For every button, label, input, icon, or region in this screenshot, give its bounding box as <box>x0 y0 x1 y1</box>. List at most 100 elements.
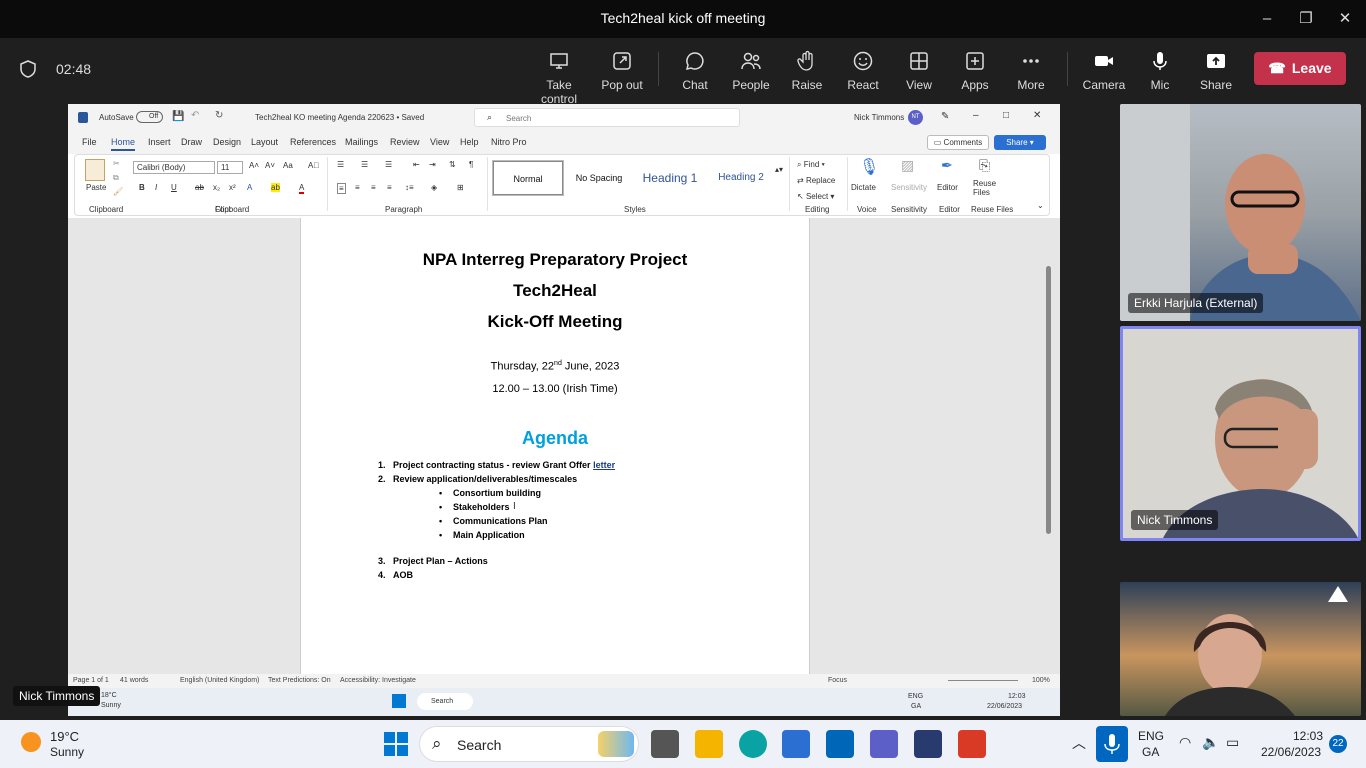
lang-secondary[interactable]: GA <box>1142 745 1159 759</box>
align-right-icon[interactable]: ≡ <box>371 183 376 192</box>
copy-icon[interactable]: ⧉ <box>113 173 119 183</box>
participant-tile-active[interactable]: Nick Timmons <box>1120 326 1361 541</box>
status-predictions[interactable]: Text Predictions: On <box>268 677 331 684</box>
scrollbar-thumb[interactable] <box>1046 266 1051 534</box>
font-name-select[interactable]: Calibri (Body) <box>133 161 215 174</box>
pen-icon[interactable]: ✎ <box>941 111 949 122</box>
taskbar-mic-icon[interactable] <box>1096 726 1128 762</box>
sort-icon[interactable]: ⇅ <box>449 160 456 169</box>
comments-button[interactable]: ▭ Comments <box>927 135 989 150</box>
status-page[interactable]: Page 1 of 1 <box>73 677 109 684</box>
dictate-label[interactable]: Dictate <box>851 183 876 192</box>
tab-nitro-pro[interactable]: Nitro Pro <box>491 137 527 147</box>
take-control-button[interactable]: Take control <box>527 50 591 106</box>
task-view-icon[interactable] <box>651 730 679 758</box>
maximize-icon[interactable]: ❐ <box>1295 8 1317 30</box>
chevron-up-icon[interactable]: ︿ <box>1072 733 1086 753</box>
change-case-icon[interactable]: Aa <box>283 161 293 170</box>
edge-icon[interactable] <box>739 730 767 758</box>
tab-review[interactable]: Review <box>390 137 420 147</box>
line-spacing-icon[interactable]: ↕≡ <box>405 183 414 192</box>
teams-icon[interactable] <box>870 730 898 758</box>
find-button[interactable]: ⌕ Find ▾ <box>797 160 825 170</box>
outlook-icon[interactable] <box>826 730 854 758</box>
paste-label[interactable]: Paste <box>86 183 106 192</box>
highlight-icon[interactable]: ab <box>271 183 280 192</box>
bold-icon[interactable]: B <box>139 183 145 192</box>
status-focus[interactable]: Focus <box>828 677 847 684</box>
underline-icon[interactable]: U <box>171 183 177 192</box>
vertical-scrollbar[interactable] <box>1044 218 1054 674</box>
word-minimize-icon[interactable]: – <box>973 110 979 121</box>
align-center-icon[interactable]: ≡ <box>355 183 360 192</box>
taskbar-search-box[interactable]: ⌕ Search <box>419 726 639 762</box>
tab-view[interactable]: View <box>430 137 449 147</box>
status-accessibility[interactable]: Accessibility: Investigate <box>340 677 416 684</box>
reuse-files-icon[interactable]: ⎘ <box>979 157 990 174</box>
font-size-select[interactable]: 11 <box>217 161 243 174</box>
replace-button[interactable]: ⇄ Replace <box>797 176 835 185</box>
zoom-slider[interactable] <box>948 680 1018 681</box>
tab-home[interactable]: Home <box>111 137 136 151</box>
cut-icon[interactable]: ✂ <box>113 159 120 168</box>
grow-font-icon[interactable]: A˄ <box>249 161 259 170</box>
subscript-icon[interactable]: x₂ <box>213 183 220 192</box>
webex-icon[interactable] <box>914 730 942 758</box>
document-page[interactable]: NPA Interreg Preparatory Project Tech2He… <box>300 218 810 674</box>
shrink-font-icon[interactable]: A˅ <box>265 161 275 170</box>
notification-badge[interactable]: 22 <box>1329 735 1347 753</box>
save-icon[interactable]: 💾 <box>172 111 184 122</box>
sensitivity-icon[interactable]: ▨ <box>901 157 914 174</box>
mic-button[interactable]: Mic <box>1128 50 1192 92</box>
tab-file[interactable]: File <box>82 137 97 147</box>
editor-icon[interactable]: ✒ <box>941 157 953 174</box>
pop-out-button[interactable]: Pop out <box>590 50 654 92</box>
style-heading-2[interactable]: Heading 2 <box>707 161 775 195</box>
reuse-files-label[interactable]: Reuse Files <box>973 179 997 197</box>
weather-condition[interactable]: Sunny <box>50 745 84 759</box>
justify-icon[interactable]: ≡ <box>387 183 392 192</box>
italic-icon[interactable]: I <box>155 183 157 192</box>
pilcrow-icon[interactable]: ¶ <box>469 160 473 169</box>
status-language[interactable]: English (United Kingdom) <box>180 677 259 684</box>
battery-icon[interactable]: ▭ <box>1226 734 1239 751</box>
style-normal[interactable]: Normal <box>493 161 563 195</box>
store-icon[interactable] <box>782 730 810 758</box>
close-icon[interactable]: ✕ <box>1334 8 1356 30</box>
undo-icon[interactable]: ↶ <box>191 110 199 121</box>
borders-icon[interactable]: ⊞ <box>457 183 464 192</box>
select-button[interactable]: ↖ Select ▾ <box>797 192 834 201</box>
clock-date[interactable]: 22/06/2023 <box>1261 745 1321 759</box>
document-name[interactable]: Tech2heal KO meeting Agenda 220623 • Sav… <box>255 113 424 122</box>
tab-insert[interactable]: Insert <box>148 137 171 147</box>
chat-button[interactable]: Chat <box>663 50 727 92</box>
increase-indent-icon[interactable]: ⇥ <box>429 160 436 169</box>
avatar[interactable]: NT <box>908 110 923 125</box>
participant-tile[interactable] <box>1120 582 1361 716</box>
camera-button[interactable]: Camera <box>1072 50 1136 92</box>
collapse-ribbon-icon[interactable]: ⌄ <box>1037 201 1044 210</box>
style-no-spacing[interactable]: No Spacing <box>565 161 633 195</box>
strikethrough-icon[interactable]: ab <box>195 183 204 192</box>
tab-mailings[interactable]: Mailings <box>345 137 378 147</box>
format-painter-icon[interactable]: 🖌 <box>113 187 123 196</box>
word-search-box[interactable]: ⌕ Search <box>474 108 740 127</box>
styles-scroll-icon[interactable]: ▴▾ <box>775 165 783 174</box>
more-button[interactable]: More <box>999 50 1063 92</box>
raise-hand-button[interactable]: Raise <box>775 50 839 92</box>
style-heading-1[interactable]: Heading 1 <box>635 161 705 195</box>
numbering-icon[interactable]: ☰ <box>361 160 368 169</box>
paste-icon[interactable] <box>85 159 105 181</box>
status-zoom[interactable]: 100% <box>1032 677 1050 684</box>
sensitivity-label[interactable]: Sensitivity <box>891 183 927 192</box>
superscript-icon[interactable]: x² <box>229 183 236 192</box>
decrease-indent-icon[interactable]: ⇤ <box>413 160 420 169</box>
clear-formatting-icon[interactable]: A⃠ <box>308 161 319 170</box>
align-left-icon[interactable]: ≡ <box>337 183 346 194</box>
dictate-icon[interactable]: 🎙 <box>859 157 879 177</box>
wifi-icon[interactable]: ◠ <box>1179 734 1191 751</box>
autosave-toggle[interactable]: Off <box>136 111 163 123</box>
weather-temperature[interactable]: 19°C <box>50 729 79 744</box>
shading-icon[interactable]: ◈ <box>431 183 437 192</box>
react-button[interactable]: React <box>831 50 895 92</box>
